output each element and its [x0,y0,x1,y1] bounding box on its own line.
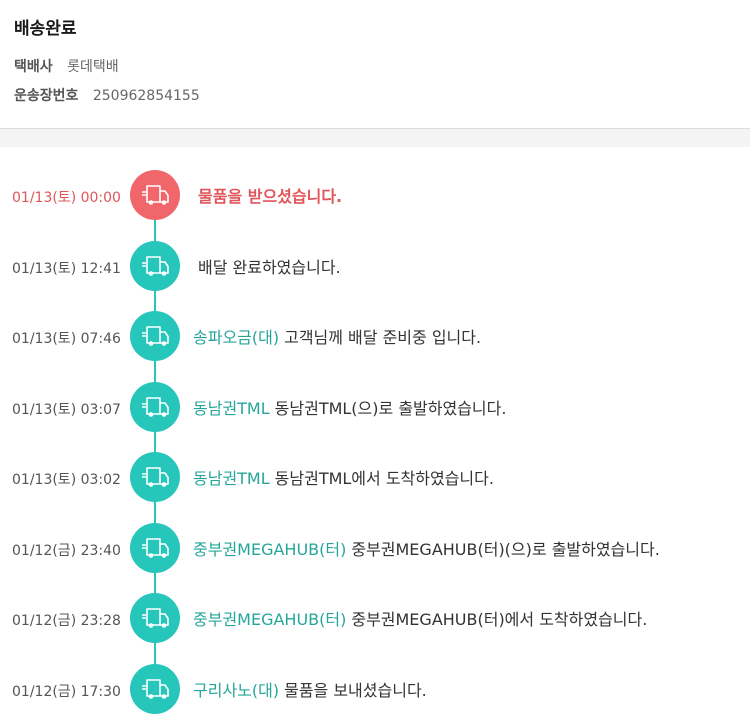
event-text: 중부권MEGAHUB(터)에서 도착하였습니다. [351,610,648,629]
timeline-event: 01/13(토) 07:46 송파오금(대) 고객님께 배달 준비중 입니다. [0,311,750,361]
tracking-number: 250962854155 [92,88,200,104]
event-time: 01/12(금) 17:30 [12,684,121,700]
timeline-event: 01/13(토) 03:02 동남권TML 동남권TML에서 도착하였습니다. [0,452,750,502]
courier-row: 택배사 롯데택배 [14,56,119,76]
truck-icon [130,523,180,573]
event-time: 01/13(토) 03:02 [12,472,121,488]
event-message: 중부권MEGAHUB(터) 중부권MEGAHUB(터)에서 도착하였습니다. [193,606,647,630]
truck-icon [130,311,180,361]
event-location: 구리사노(대) [193,681,280,700]
event-time: 01/13(토) 00:00 [12,190,121,206]
event-text: 동남권TML(으)로 출발하였습니다. [274,399,507,418]
timeline-event: 01/13(토) 03:07 동남권TML 동남권TML(으)로 출발하였습니다. [0,382,750,432]
timeline-event: 01/13(토) 00:00 물품을 받으셨습니다. [0,170,750,220]
event-time: 01/13(토) 03:07 [12,402,121,418]
event-text: 중부권MEGAHUB(터)(으)로 출발하였습니다. [351,540,660,559]
courier-value: 롯데택배 [67,59,119,75]
event-location: 중부권MEGAHUB(터) [193,540,347,559]
event-message: 동남권TML 동남권TML에서 도착하였습니다. [193,465,494,489]
event-location: 중부권MEGAHUB(터) [193,610,347,629]
timeline-event: 01/12(금) 23:28 중부권MEGAHUB(터) 중부권MEGAHUB(터… [0,593,750,643]
truck-icon [130,593,180,643]
event-message: 물품을 받으셨습니다. [193,183,342,207]
event-time: 01/13(토) 07:46 [12,331,121,347]
event-text: 물품을 보내셨습니다. [284,681,427,700]
truck-icon [130,170,180,220]
event-message: 배달 완료하였습니다. [193,254,341,278]
timeline-event: 01/12(금) 17:30 구리사노(대) 물품을 보내셨습니다. [0,664,750,714]
tracking-timeline: 01/13(토) 00:00 물품을 받으셨습니다. 01/13(토) 12:4… [0,147,750,728]
event-text: 배달 완료하였습니다. [198,258,341,277]
courier-label: 택배사 [14,59,53,75]
event-message: 구리사노(대) 물품을 보내셨습니다. [193,677,427,701]
event-text: 고객님께 배달 준비중 입니다. [284,328,482,347]
event-time: 01/12(금) 23:28 [12,613,121,629]
event-message: 송파오금(대) 고객님께 배달 준비중 입니다. [193,324,481,348]
truck-icon [130,382,180,432]
delivery-header: 배송완료 택배사 롯데택배 운송장번호 250962854155 [0,0,750,128]
event-text: 물품을 받으셨습니다. [198,187,343,206]
event-message: 중부권MEGAHUB(터) 중부권MEGAHUB(터)(으)로 출발하였습니다. [193,536,660,560]
truck-icon [130,241,180,291]
timeline-event: 01/12(금) 23:40 중부권MEGAHUB(터) 중부권MEGAHUB(터… [0,523,750,573]
event-message: 동남권TML 동남권TML(으)로 출발하였습니다. [193,395,506,419]
event-location: 동남권TML [193,469,270,488]
event-text: 동남권TML에서 도착하였습니다. [274,469,494,488]
timeline-event: 01/13(토) 12:41 배달 완료하였습니다. [0,241,750,291]
truck-icon [130,664,180,714]
delivery-status-title: 배송완료 [14,19,77,39]
section-gap [0,129,750,147]
tracking-row: 운송장번호 250962854155 [14,85,200,105]
truck-icon [130,452,180,502]
event-time: 01/12(금) 23:40 [12,543,121,559]
event-time: 01/13(토) 12:41 [12,261,121,277]
event-location: 동남권TML [193,399,270,418]
event-location: 송파오금(대) [193,328,280,347]
tracking-label: 운송장번호 [14,88,79,104]
